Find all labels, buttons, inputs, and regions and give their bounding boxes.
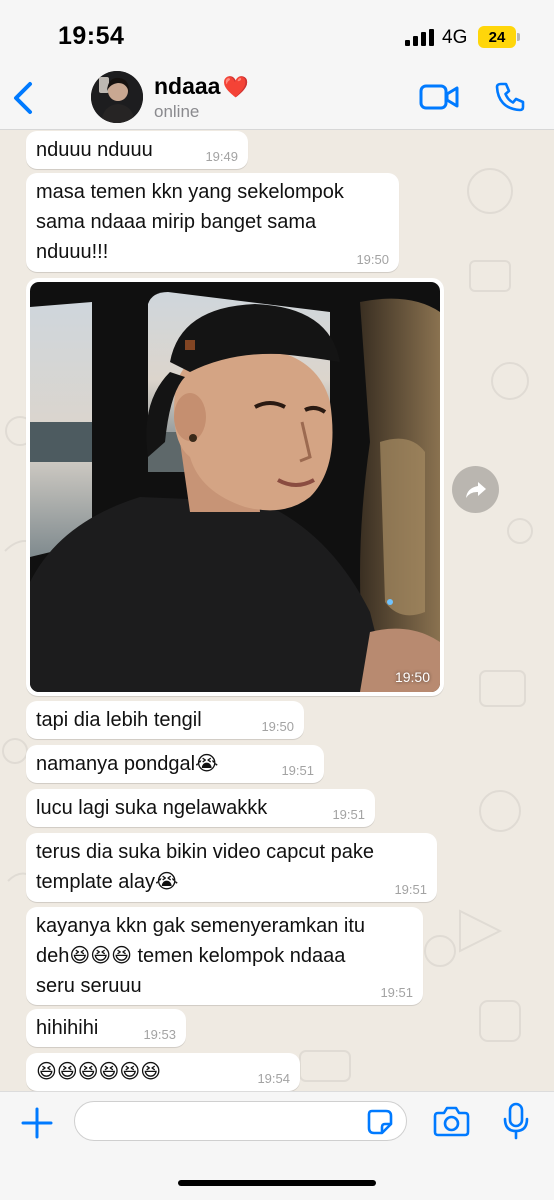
photo-time: 19:50	[394, 669, 430, 685]
message-bubble[interactable]: nduuu nduuu 19:49	[26, 131, 248, 169]
message-text: masa temen kkn yang sekelompok sama ndaa…	[36, 181, 344, 263]
status-time: 19:54	[58, 22, 125, 50]
message-text: hihihihi	[36, 1017, 99, 1039]
message-time: 19:54	[257, 1071, 290, 1086]
plus-icon[interactable]	[20, 1106, 54, 1140]
message-time: 19:51	[281, 763, 314, 778]
signal-bars-icon	[405, 29, 434, 46]
status-bar: 19:54 4G 24	[0, 0, 554, 68]
message-bubble[interactable]: kayanya kkn gak semenyeramkan itu deh😆😆😆…	[26, 907, 423, 1005]
video-camera-icon[interactable]	[419, 83, 459, 111]
home-indicator[interactable]	[178, 1180, 376, 1186]
message-bubble[interactable]: 😆😆😆😆😆😆 19:54	[26, 1053, 300, 1091]
message-photo[interactable]: 19:50	[30, 282, 440, 692]
message-time: 19:51	[394, 882, 427, 897]
message-text: nduuu nduuu	[36, 139, 153, 161]
message-bubble[interactable]: hihihihi 19:53	[26, 1009, 186, 1047]
chat-header: ndaaa❤️ online	[0, 68, 554, 130]
message-bubble[interactable]: tapi dia lebih tengil 19:50	[26, 701, 304, 739]
phone-icon[interactable]	[494, 81, 526, 113]
microphone-icon[interactable]	[502, 1102, 530, 1140]
message-time: 19:51	[380, 985, 413, 1000]
forward-arrow-icon	[465, 481, 486, 498]
image-message[interactable]: 19:50	[26, 278, 444, 696]
message-bubble[interactable]: namanya pondgal😭 19:51	[26, 745, 324, 783]
forward-button[interactable]	[452, 466, 499, 513]
message-time: 19:50	[261, 719, 294, 734]
message-bubble[interactable]: masa temen kkn yang sekelompok sama ndaa…	[26, 173, 399, 272]
message-time: 19:50	[356, 252, 389, 267]
photo-young-man-in-car	[30, 282, 440, 692]
heart-emoji: ❤️	[222, 76, 249, 99]
battery-icon: 24	[478, 26, 516, 48]
back-chevron-icon[interactable]	[8, 78, 40, 118]
battery-tip	[517, 33, 520, 41]
message-text: terus dia suka bikin video capcut pake t…	[36, 841, 374, 893]
camera-icon[interactable]	[433, 1105, 470, 1137]
message-bubble[interactable]: lucu lagi suka ngelawakkk 19:51	[26, 789, 375, 827]
message-text: namanya pondgal😭	[36, 753, 219, 775]
message-text: lucu lagi suka ngelawakkk	[36, 797, 268, 819]
contact-status: online	[154, 102, 200, 121]
message-input[interactable]	[74, 1101, 407, 1141]
avatar[interactable]	[91, 71, 143, 123]
sticker-icon[interactable]	[366, 1108, 394, 1136]
message-text: tapi dia lebih tengil	[36, 709, 202, 731]
message-time: 19:53	[143, 1027, 176, 1042]
message-text: kayanya kkn gak semenyeramkan itu deh😆😆😆…	[36, 915, 366, 997]
message-time: 19:49	[205, 149, 238, 164]
message-bubble[interactable]: terus dia suka bikin video capcut pake t…	[26, 833, 437, 902]
battery-level: 24	[488, 28, 506, 46]
network-type: 4G	[442, 27, 468, 48]
message-text: 😆😆😆😆😆😆	[36, 1061, 162, 1083]
contact-name[interactable]: ndaaa❤️	[154, 73, 249, 100]
contact-name-text: ndaaa	[154, 73, 221, 99]
avatar-photo	[91, 71, 143, 123]
chat-area[interactable]: nduuu nduuu 19:49 masa temen kkn yang se…	[0, 131, 554, 1091]
message-time: 19:51	[332, 807, 365, 822]
